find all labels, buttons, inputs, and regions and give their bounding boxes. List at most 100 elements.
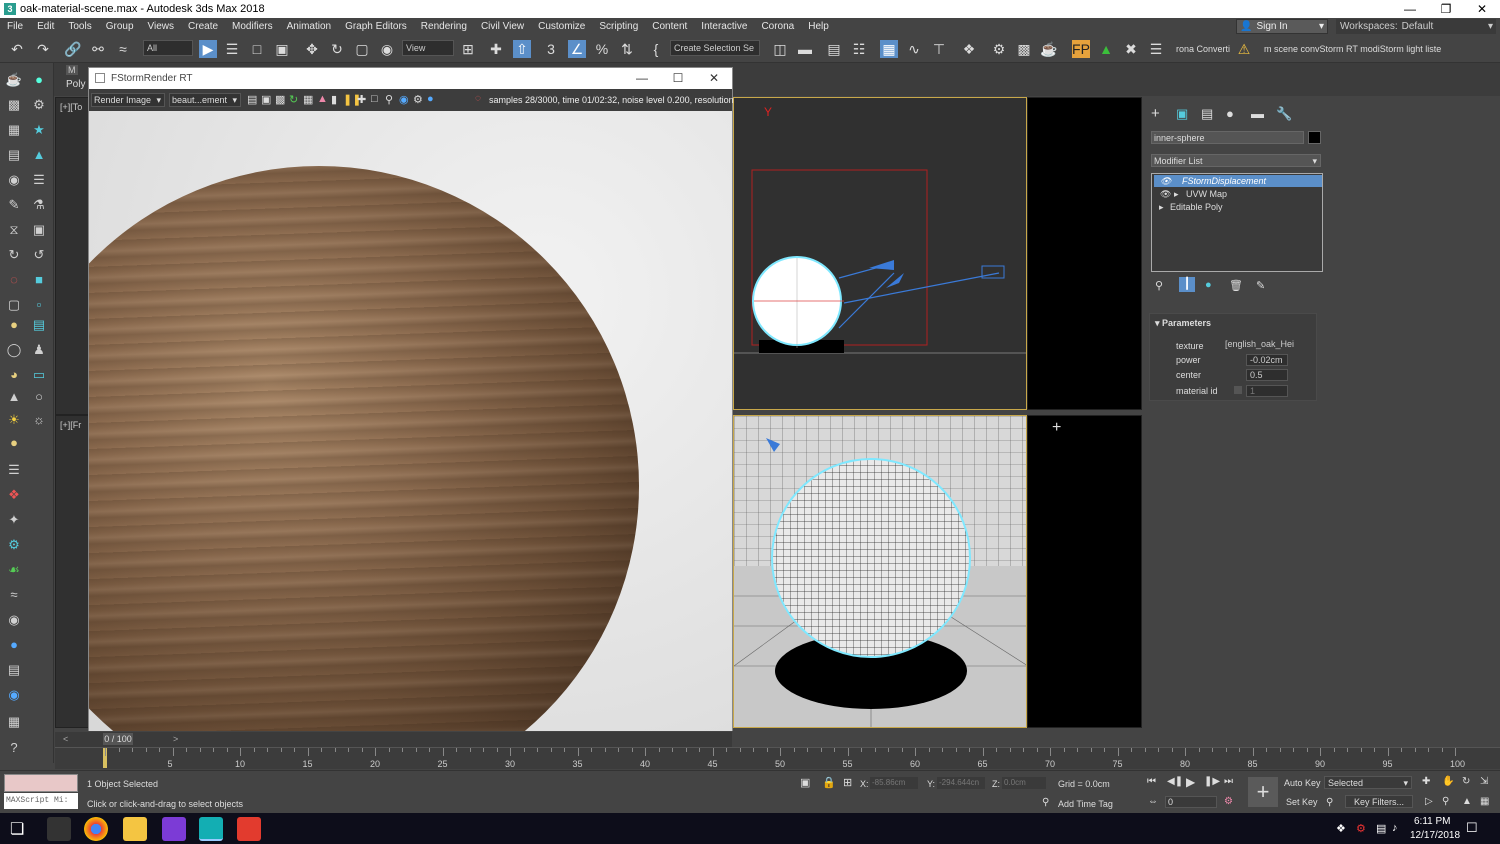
show-end-result-icon[interactable]: ┃	[1179, 277, 1195, 292]
rotate-tool-icon[interactable]: ↻	[5, 246, 23, 264]
corona-convert-button[interactable]: rona Converti	[1176, 44, 1230, 54]
object-color-swatch[interactable]	[1308, 131, 1321, 144]
viewport-right-top-empty[interactable]	[1027, 97, 1142, 410]
add-time-tag-button[interactable]: Add Time Tag	[1058, 799, 1113, 809]
go-to-start-icon[interactable]: ⏮	[1147, 776, 1156, 787]
tray-volume-icon[interactable]: ♪	[1392, 822, 1398, 834]
align-icon[interactable]: ▬	[796, 40, 814, 58]
corona-app-icon[interactable]	[237, 817, 261, 841]
maxscript-mini-listener[interactable]: MAXScript Mi:	[4, 793, 78, 809]
magnet-icon[interactable]: ⧖	[5, 221, 23, 239]
next-frame-icon[interactable]: >	[173, 734, 178, 744]
plant-icon[interactable]: ☙	[5, 561, 23, 579]
paint-icon[interactable]: ❖	[5, 486, 23, 504]
menu-edit[interactable]: Edit	[30, 21, 61, 32]
create-tab-icon[interactable]: +	[1151, 105, 1160, 122]
prev-frame-icon[interactable]: <	[63, 734, 68, 744]
zoom-icon[interactable]: ⚲	[385, 93, 393, 106]
percent-snap-icon[interactable]: %	[593, 40, 611, 58]
curve-editor-icon[interactable]: ∿	[905, 40, 923, 58]
sphere-tool-icon[interactable]: ◉	[5, 171, 23, 189]
modify-tab-icon[interactable]: ▣	[1176, 106, 1188, 122]
scale-icon[interactable]: ▢	[353, 40, 371, 58]
light-bulb-icon[interactable]: ●	[30, 71, 48, 89]
pan-icon[interactable]: ✋	[1442, 776, 1454, 787]
cube-icon[interactable]: ■	[30, 271, 48, 289]
menu-customize[interactable]: Customize	[531, 21, 592, 32]
people-icon[interactable]: ♟	[30, 341, 48, 359]
menu-views[interactable]: Views	[141, 21, 182, 32]
shape-icon[interactable]: ▤	[5, 146, 23, 164]
close-button[interactable]: ✕	[1464, 0, 1500, 18]
auto-key-button[interactable]: Auto Key	[1284, 778, 1321, 788]
ribbon-tab-m[interactable]: M	[66, 65, 78, 75]
hair-icon[interactable]: ≈	[5, 586, 23, 604]
angle-snap-icon[interactable]: ∠	[568, 40, 586, 58]
spinner-snap-icon[interactable]: ⇅	[618, 40, 636, 58]
keyboard-shortcut-icon[interactable]: ⇧	[513, 40, 531, 58]
absolute-mode-icon[interactable]: ⊞	[843, 776, 852, 789]
ring-icon[interactable]: ○	[30, 388, 48, 406]
fstorm-icon[interactable]: FP	[1072, 40, 1090, 58]
ribbon-toggle-icon[interactable]: ▦	[880, 40, 898, 58]
go-to-end-icon[interactable]: ⏭	[1224, 776, 1233, 787]
fit-icon[interactable]: ✚	[357, 93, 366, 106]
render-blue-icon[interactable]: ◉	[5, 686, 23, 704]
channel-dropdown[interactable]: Render Image ▾	[91, 93, 165, 107]
light-icon[interactable]: ☼	[30, 411, 48, 429]
minimize-button[interactable]: —	[1392, 0, 1428, 18]
tools-icon[interactable]: ✖	[1122, 40, 1140, 58]
restore-button[interactable]: ❐	[1428, 0, 1464, 18]
cone-icon[interactable]: ▲	[5, 388, 23, 406]
lens-icon[interactable]: ◉	[399, 93, 409, 106]
eye-icon[interactable]: 👁	[1160, 175, 1171, 187]
z-coord-field[interactable]: 0.0cm	[1002, 777, 1046, 789]
key-mode-dropdown[interactable]: Selected ▾	[1324, 776, 1412, 789]
menu-file[interactable]: File	[0, 21, 30, 32]
list-icon[interactable]: ☰	[1147, 40, 1165, 58]
zoom-extents-icon[interactable]: ✚	[1422, 776, 1430, 787]
element-dropdown[interactable]: beaut...ement ▾	[169, 93, 241, 107]
menu-scripting[interactable]: Scripting	[592, 21, 645, 32]
menu-animation[interactable]: Animation	[280, 21, 338, 32]
warning-icon[interactable]: ⚠	[1235, 40, 1253, 58]
y-coord-field[interactable]: -294.644cn	[937, 777, 985, 789]
viewport-top-label[interactable]: [+][To	[60, 102, 82, 112]
render-maximize-button[interactable]: ☐	[660, 68, 696, 89]
parameters-rollout-header[interactable]: ▾ Parameters	[1155, 318, 1211, 329]
x-coord-field[interactable]: -85.86cm	[870, 777, 918, 789]
current-frame-spinner[interactable]: 0	[1165, 796, 1217, 808]
viewport-config-icon[interactable]: ▦	[1480, 796, 1489, 807]
scene-explorer-icon[interactable]: ▤	[825, 40, 843, 58]
camera-view-icon[interactable]: ●	[427, 93, 434, 105]
box-icon[interactable]: ▢	[5, 296, 23, 314]
tree-icon[interactable]: ▲	[30, 146, 48, 164]
expand-arrow-icon[interactable]: ▸	[1159, 201, 1164, 213]
grid-icon[interactable]: ▦	[5, 121, 23, 139]
help-icon[interactable]: ?	[5, 739, 23, 757]
render-canvas[interactable]	[89, 111, 732, 731]
named-selection-dropdown[interactable]: Create Selection Se	[670, 40, 760, 56]
render-minimize-button[interactable]: —	[624, 68, 660, 89]
crop-icon[interactable]: □	[371, 93, 378, 105]
walk-icon[interactable]: ▷	[1425, 796, 1433, 807]
tray-app-icon[interactable]: ⚙	[1356, 822, 1366, 835]
sun-icon[interactable]: ☀	[5, 411, 23, 429]
stack-item-uvw-map[interactable]: 👁 ▸ UVW Map	[1154, 188, 1322, 200]
object-name-field[interactable]: inner-sphere	[1151, 131, 1304, 144]
frame-icon[interactable]: ▫	[30, 296, 48, 314]
viewport-right-bottom-empty[interactable]: +	[1027, 415, 1142, 728]
prev-key-icon[interactable]: ◀❚	[1167, 776, 1183, 787]
globe-icon[interactable]: ●	[5, 636, 23, 654]
bind-spacewarp-icon[interactable]: ≈	[114, 40, 132, 58]
settings-app-icon[interactable]	[47, 817, 71, 841]
ref-coord-dropdown[interactable]: View	[402, 40, 454, 56]
stack-item-editable-poly[interactable]: ▸ Editable Poly	[1154, 201, 1322, 213]
remove-modifier-icon[interactable]: 🗑	[1229, 279, 1243, 292]
workspaces-dropdown[interactable]: Workspaces: Default ▾	[1336, 19, 1496, 34]
gear-blue-icon[interactable]: ⚙	[5, 536, 23, 554]
place-icon[interactable]: ◉	[378, 40, 396, 58]
material-id-spinner[interactable]: 1	[1246, 385, 1288, 397]
schematic-view-icon[interactable]: ⊤	[930, 40, 948, 58]
eye-icon[interactable]: 👁	[1160, 188, 1171, 200]
